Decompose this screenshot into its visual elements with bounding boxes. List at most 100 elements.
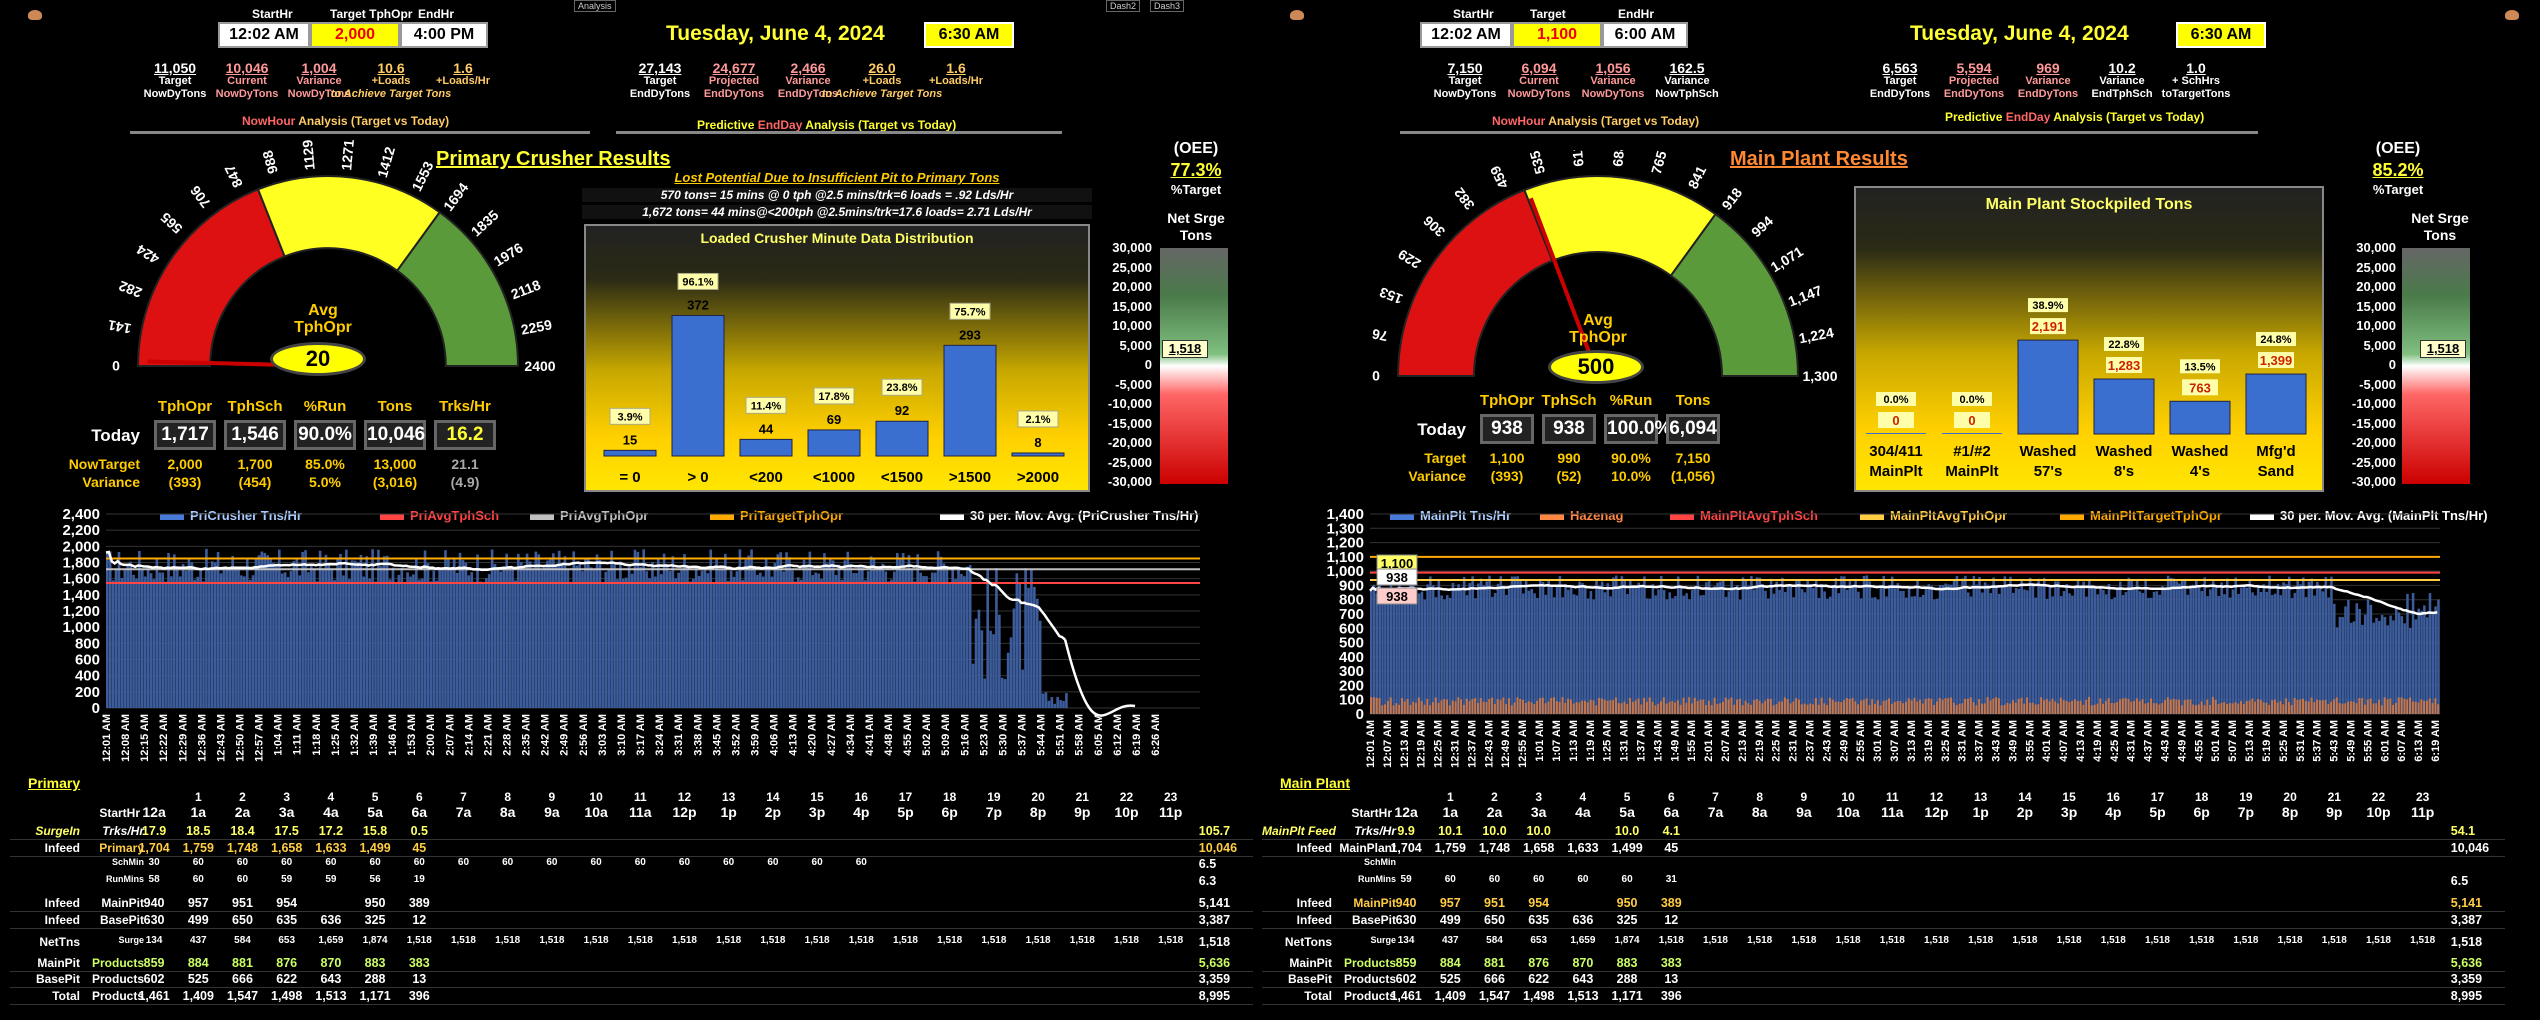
target-tphopr-field[interactable]: 2,000 (310, 22, 400, 48)
bar (1989, 700, 1992, 714)
x-tick: 4:31 AM (2126, 720, 2138, 762)
bar (2321, 591, 2325, 714)
bar (1693, 585, 1697, 714)
bar (2059, 697, 2062, 714)
bar (1550, 697, 1553, 714)
bar (1446, 699, 1448, 714)
bar (1713, 586, 1717, 714)
gauge-tick: 424 (133, 241, 161, 267)
grid-cell: 883 (364, 955, 386, 970)
bar (849, 563, 852, 708)
app-icon[interactable] (1290, 10, 1304, 20)
start-hr-field[interactable]: 12:02 AM (1420, 22, 1512, 48)
bar (1781, 701, 1784, 714)
hour-header: 5p (897, 804, 914, 820)
tab-dash3[interactable]: Dash3 (1150, 0, 1185, 12)
nowhour-caption: NowHour Analysis (Target vs Today) (1492, 114, 1700, 128)
bar (1041, 693, 1045, 708)
end-hr-field[interactable]: 6:00 AM (1602, 22, 1688, 48)
bar (1609, 700, 1612, 714)
grid-cell: 1,171 (359, 988, 391, 1003)
bar (2296, 699, 2299, 714)
bar (1516, 697, 1519, 714)
app-icon[interactable] (28, 10, 42, 20)
bar (686, 565, 689, 708)
bar (1465, 698, 1468, 714)
bar (1417, 593, 1421, 714)
bar (601, 582, 605, 708)
bar (925, 576, 928, 708)
bar (904, 569, 908, 708)
grid-cell: 1,171 (1611, 988, 1643, 1003)
bar (992, 634, 995, 708)
grid-row-label: Total (52, 988, 80, 1003)
grid-cell: 1,547 (1478, 988, 1511, 1003)
bar (1541, 697, 1544, 714)
gauge-tick: 841 (1685, 163, 1710, 191)
bar (1983, 703, 1986, 714)
bar (621, 578, 625, 708)
x-tick: 3:55 AM (2024, 720, 2036, 762)
distribution-value: 15 (623, 432, 637, 447)
stockpile-value: 0 (1892, 413, 1899, 428)
bar (1702, 595, 1705, 714)
x-tick: 2:01 AM (1703, 720, 1715, 762)
stats-row-label: Today (1417, 420, 1466, 439)
bar (277, 549, 281, 708)
x-tick: 3:07 AM (1889, 720, 1901, 762)
bar (671, 556, 675, 708)
bar (173, 554, 176, 708)
x-tick: 4:19 AM (2092, 720, 2104, 762)
bar (2169, 699, 2172, 714)
bar (2186, 699, 2189, 714)
x-tick: 4:37 AM (2143, 720, 2155, 762)
stats-header: TphOpr (157, 398, 213, 415)
tab-dash2[interactable]: Dash2 (1106, 0, 1141, 12)
bar (2195, 579, 2198, 714)
surge-tick: -5,000 (1115, 376, 1152, 392)
stats-header: %Run (1609, 392, 1653, 409)
tab-analysis[interactable]: Analysis (574, 0, 616, 12)
bar (2147, 702, 2150, 714)
hour-header: 10a (1836, 804, 1860, 820)
grid-cell: 1,518 (2321, 935, 2347, 946)
grid-total: 10,046 (1198, 840, 1238, 855)
bar (146, 565, 150, 708)
x-tick: 4:25 AM (2109, 720, 2121, 762)
bar (1612, 577, 1615, 714)
stats-value: (393) (168, 474, 202, 490)
bar (2383, 697, 2386, 714)
app-icon[interactable] (2505, 10, 2519, 20)
bar (2397, 697, 2400, 714)
bar (161, 572, 165, 708)
bar (2254, 595, 2257, 714)
end-hr-field[interactable]: 4:00 PM (400, 22, 488, 48)
bar (869, 556, 873, 708)
grid-cell: 525 (187, 972, 209, 986)
grid-row-label: Infeed (1296, 840, 1332, 855)
bar (1446, 595, 1449, 714)
bar (2214, 699, 2217, 714)
x-tick: 5:13 AM (2244, 720, 2256, 762)
bar (1995, 587, 1998, 714)
bar (310, 564, 313, 708)
bar (2209, 589, 2212, 714)
start-hr-field[interactable]: 12:02 AM (218, 22, 310, 48)
target-field[interactable]: 1,100 (1512, 22, 1602, 48)
bar (1558, 576, 1562, 714)
grid-cell: 584 (1486, 935, 1503, 946)
grid-cell: 17.2 (318, 824, 344, 838)
bar (1834, 701, 1837, 714)
bar (231, 555, 234, 708)
bar (1505, 704, 1508, 714)
bar (1440, 595, 1443, 714)
gauge-tick: 141 (106, 317, 132, 337)
bar (1890, 703, 1893, 714)
bar (1907, 698, 1910, 714)
bar (388, 579, 392, 708)
bar (1595, 580, 1598, 714)
bar (205, 548, 208, 708)
end-hr-label: EndHr (1618, 7, 1654, 21)
bar (377, 549, 380, 708)
stats-header: TphSch (227, 398, 283, 415)
